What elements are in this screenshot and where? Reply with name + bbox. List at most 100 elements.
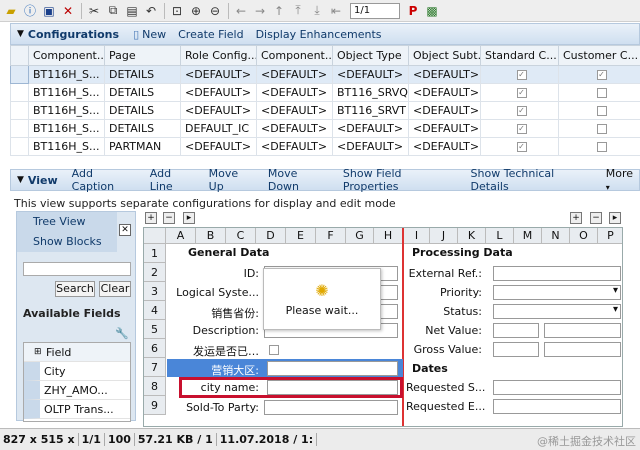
table-cell: BT116_SRVT — [332, 101, 409, 120]
column-header[interactable]: Component... — [28, 45, 105, 66]
search-button[interactable]: Search — [55, 281, 95, 297]
add-icon[interactable]: + — [570, 212, 582, 224]
info-icon[interactable]: ⓘ — [21, 2, 39, 20]
cut-icon[interactable]: ✂ — [85, 2, 103, 20]
table-row[interactable]: BT116H_S... DETAILS <DEFAULT> <DEFAULT> … — [10, 101, 640, 120]
city-name-field[interactable] — [267, 380, 398, 395]
standard-checkbox-cell: ✓ — [480, 137, 559, 156]
table-cell: DETAILS — [104, 83, 181, 102]
table-row[interactable]: BT116H_S... DETAILS DEFAULT_IC <DEFAULT>… — [10, 119, 640, 138]
table-cell: BT116H_S... — [28, 101, 105, 120]
collapse-triangle-icon[interactable]: ▼ — [17, 175, 24, 185]
column-header[interactable]: Component... — [256, 45, 333, 66]
display-enhancements-button[interactable]: Display Enhancements — [256, 28, 382, 41]
table-row[interactable]: BT116H_S... DETAILS <DEFAULT> <DEFAULT> … — [10, 65, 640, 84]
first-page-icon[interactable]: ⤒ — [289, 2, 307, 20]
sold-to-party-field[interactable] — [264, 400, 398, 415]
close-x-icon[interactable]: ✕ — [59, 2, 77, 20]
row-number: 5 — [144, 320, 166, 339]
shipped-checkbox[interactable] — [269, 345, 279, 355]
table-cell: <DEFAULT> — [408, 137, 481, 156]
play-icon[interactable]: ▸ — [609, 212, 621, 224]
show-field-properties-button[interactable]: Show Field Properties — [343, 167, 459, 193]
play-icon[interactable]: ▸ — [183, 212, 195, 224]
column-header[interactable]: Page — [104, 45, 181, 66]
row-selector[interactable] — [10, 119, 29, 138]
table-row[interactable]: BT116H_S... DETAILS <DEFAULT> <DEFAULT> … — [10, 83, 640, 102]
external-ref-field[interactable] — [493, 266, 621, 281]
column-header[interactable]: Standard C... — [480, 45, 559, 66]
status-dropdown[interactable] — [493, 304, 621, 319]
customer-checkbox-cell — [558, 101, 640, 120]
new-button[interactable]: New — [142, 28, 166, 41]
page-prev-icon[interactable]: ⇤ — [327, 2, 345, 20]
list-item[interactable]: ZHY_AMO... — [24, 381, 130, 400]
requested-end-field[interactable] — [493, 399, 621, 414]
page-number-field[interactable]: 1/1 — [350, 2, 400, 19]
row-selector[interactable] — [10, 101, 29, 120]
net-value-field[interactable] — [493, 323, 539, 338]
column-letter: I — [404, 228, 430, 244]
row-number: 6 — [144, 339, 166, 358]
undo-icon[interactable]: ↶ — [142, 2, 160, 20]
row-selector[interactable] — [10, 137, 29, 156]
column-header[interactable]: Object Subt... — [408, 45, 481, 66]
checkbox-unchecked — [596, 88, 607, 98]
fit-icon[interactable]: ⊡ — [168, 2, 186, 20]
close-icon[interactable]: ✕ — [119, 224, 131, 236]
layout-designer: A B C D E F G H I J K L M N O P 1 2 3 4 … — [143, 227, 623, 427]
create-field-button[interactable]: Create Field — [178, 28, 243, 41]
more-menu-button[interactable]: More ▾ — [606, 167, 639, 193]
zoom-in-icon[interactable]: ⊕ — [187, 2, 205, 20]
save-icon[interactable]: ▣ — [40, 2, 58, 20]
remove-icon[interactable]: − — [590, 212, 602, 224]
row-number: 3 — [144, 282, 166, 301]
collapse-triangle-icon[interactable]: ▼ — [17, 29, 24, 39]
paste-icon[interactable]: ▤ — [123, 2, 141, 20]
list-item[interactable]: City — [24, 362, 130, 381]
checkbox-checked: ✓ — [516, 124, 527, 134]
wrench-icon[interactable]: 🔧 — [115, 327, 129, 340]
table-cell: <DEFAULT> — [332, 119, 409, 138]
add-icon[interactable]: + — [145, 212, 157, 224]
pdf-icon[interactable]: P — [404, 2, 422, 20]
add-caption-button[interactable]: Add Caption — [72, 167, 138, 193]
column-header[interactable]: Object Type — [332, 45, 409, 66]
please-wait-text: Please wait... — [285, 304, 359, 317]
back-icon[interactable]: ← — [232, 2, 250, 20]
up-icon[interactable]: ↑ — [270, 2, 288, 20]
image-icon[interactable]: ▩ — [423, 2, 441, 20]
open-folder-icon[interactable]: ▰ — [2, 2, 20, 20]
show-technical-details-button[interactable]: Show Technical Details — [471, 167, 594, 193]
net-value-currency-field[interactable] — [544, 323, 621, 338]
column-header[interactable]: Customer C... — [558, 45, 640, 66]
configurations-header: ▼ Configurations ▯ New Create Field Disp… — [10, 23, 640, 45]
copy-icon[interactable]: ⧉ — [104, 2, 122, 20]
last-page-icon[interactable]: ⤓ — [308, 2, 326, 20]
available-fields-list: ⊞ Field City ZHY_AMO... OLTP Trans... — [23, 342, 131, 422]
move-down-button[interactable]: Move Down — [268, 167, 331, 193]
move-up-button[interactable]: Move Up — [209, 167, 256, 193]
requested-start-field[interactable] — [493, 380, 621, 395]
zoom-out-icon[interactable]: ⊖ — [206, 2, 224, 20]
row-selector[interactable] — [10, 65, 29, 84]
priority-dropdown[interactable] — [493, 285, 621, 300]
row-selector[interactable] — [10, 83, 29, 102]
list-item[interactable]: OLTP Trans... — [24, 400, 130, 419]
tree-view-tab[interactable]: Tree View — [17, 212, 117, 232]
column-header[interactable]: Role Config... — [180, 45, 257, 66]
field-label: Net Value: — [425, 324, 482, 337]
gross-value-currency-field[interactable] — [544, 342, 621, 357]
gross-value-field[interactable] — [493, 342, 539, 357]
remove-icon[interactable]: − — [163, 212, 175, 224]
forward-icon[interactable]: → — [251, 2, 269, 20]
show-blocks-tab[interactable]: Show Blocks — [17, 232, 117, 252]
marketing-region-field[interactable] — [267, 361, 398, 376]
table-cell: BT116H_S... — [28, 83, 105, 102]
add-line-button[interactable]: Add Line — [150, 167, 197, 193]
column-letter: E — [286, 228, 316, 244]
field-search-input[interactable] — [23, 262, 131, 276]
table-row[interactable]: BT116H_S... PARTMAN <DEFAULT> <DEFAULT> … — [10, 137, 640, 156]
table-cell: <DEFAULT> — [256, 83, 333, 102]
clear-button[interactable]: Clear — [99, 281, 131, 297]
